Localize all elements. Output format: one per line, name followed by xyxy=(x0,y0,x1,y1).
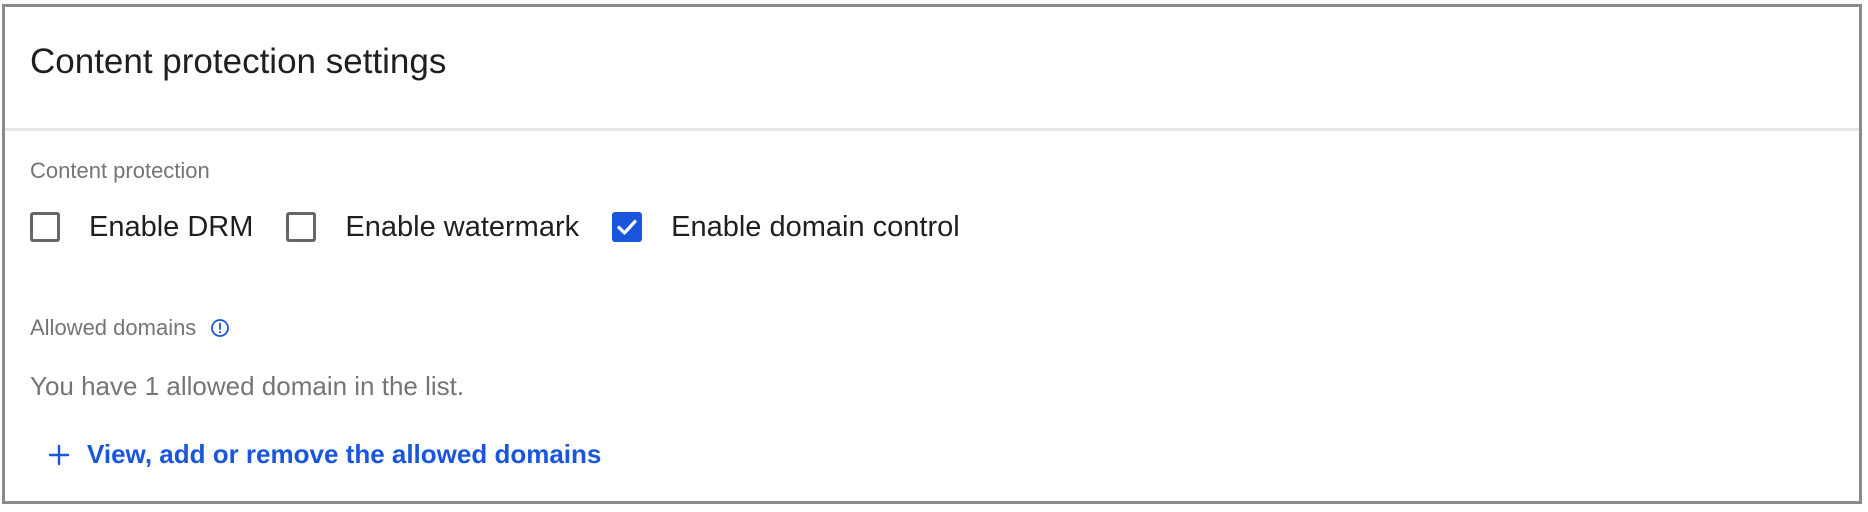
enable-drm-checkbox[interactable] xyxy=(30,212,60,242)
page-title: Content protection settings xyxy=(30,42,447,81)
enable-watermark-option[interactable]: Enable watermark xyxy=(286,211,579,244)
allowed-domains-label: Allowed domains xyxy=(30,315,197,340)
enable-watermark-checkbox[interactable] xyxy=(286,212,317,242)
manage-allowed-domains-label[interactable]: View, add or remove the allowed domains xyxy=(87,439,601,470)
info-icon[interactable] xyxy=(210,318,230,338)
enable-domain-control-label[interactable]: Enable domain control xyxy=(671,211,960,244)
enable-domain-control-option[interactable]: Enable domain control xyxy=(612,211,960,244)
enable-drm-option[interactable]: Enable DRM xyxy=(30,211,253,244)
manage-allowed-domains-link[interactable]: View, add or remove the allowed domains xyxy=(47,439,601,470)
enable-watermark-label[interactable]: Enable watermark xyxy=(345,211,579,244)
enable-drm-label[interactable]: Enable DRM xyxy=(89,211,253,244)
plus-icon xyxy=(48,444,70,465)
content-protection-options: Enable DRM Enable watermark Enable domai… xyxy=(30,207,993,247)
allowed-domains-header: Allowed domains xyxy=(30,315,230,341)
content-protection-panel: Content protection settings Content prot… xyxy=(2,4,1862,504)
content-protection-label: Content protection xyxy=(30,158,210,183)
checkmark-icon xyxy=(617,219,637,235)
enable-domain-control-checkbox[interactable] xyxy=(612,212,643,242)
panel-header: Content protection settings xyxy=(5,7,1859,131)
allowed-domains-description: You have 1 allowed domain in the list. xyxy=(30,371,465,401)
